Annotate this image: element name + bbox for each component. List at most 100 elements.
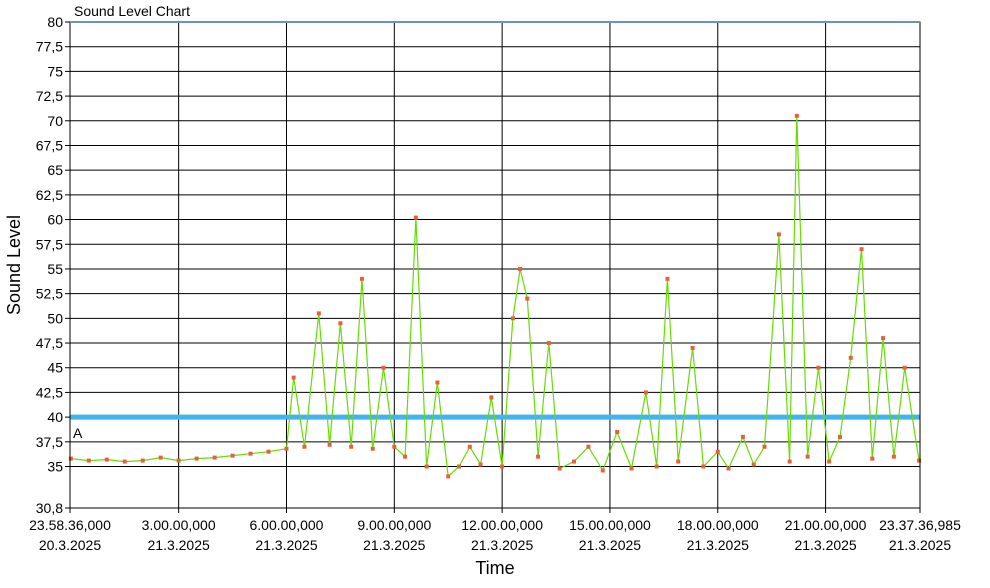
x-tick-date: 21.3.2025 xyxy=(363,537,425,553)
x-tick-date: 21.3.2025 xyxy=(471,537,533,553)
data-point xyxy=(370,446,375,451)
y-tick-label: 72,5 xyxy=(36,88,63,104)
y-tick-label: 57,5 xyxy=(36,236,63,252)
data-point xyxy=(837,434,842,439)
y-tick-label: 40 xyxy=(47,409,63,425)
data-point xyxy=(848,355,853,360)
x-tick-time: 23.58.36,000 xyxy=(29,517,111,533)
data-point xyxy=(489,395,494,400)
data-point xyxy=(701,464,706,469)
data-point xyxy=(349,444,354,449)
data-point xyxy=(392,444,397,449)
data-point xyxy=(615,429,620,434)
y-tick-label: 77,5 xyxy=(36,39,63,55)
data-point xyxy=(381,365,386,370)
data-point xyxy=(546,341,551,346)
data-point xyxy=(248,451,253,456)
data-point xyxy=(104,457,109,462)
y-tick-label: 47,5 xyxy=(36,335,63,351)
data-point xyxy=(212,455,217,460)
data-point xyxy=(643,390,648,395)
data-point xyxy=(266,449,271,454)
data-point xyxy=(194,456,199,461)
y-tick-label: 75 xyxy=(47,63,63,79)
data-point xyxy=(902,365,907,370)
x-tick-time: 23.37.36,985 xyxy=(879,517,961,533)
data-point xyxy=(467,444,472,449)
plot-area xyxy=(70,22,920,508)
data-point xyxy=(158,455,163,460)
data-point xyxy=(586,444,591,449)
data-point xyxy=(500,464,505,469)
threshold-label: A xyxy=(73,425,83,441)
data-point xyxy=(816,365,821,370)
data-point xyxy=(284,446,289,451)
x-tick-time: 18.00.00,000 xyxy=(677,517,759,533)
data-point xyxy=(715,449,720,454)
x-tick-labels: 23.58.36,000 20.3.2025 3.00.00,000 21.3.202… xyxy=(29,508,961,553)
data-point xyxy=(654,464,659,469)
y-tick-label: 80 xyxy=(47,14,63,30)
y-axis-label: Sound Level xyxy=(4,215,24,315)
data-point xyxy=(629,466,634,471)
data-point xyxy=(572,459,577,464)
x-axis-label: Time xyxy=(475,558,514,578)
x-tick-time: 21.00.00,000 xyxy=(785,517,867,533)
y-tick-label: 35 xyxy=(47,459,63,475)
data-point xyxy=(676,459,681,464)
data-point xyxy=(726,466,731,471)
data-point xyxy=(435,380,440,385)
y-tick-label: 45 xyxy=(47,360,63,376)
y-tick-label: 67,5 xyxy=(36,137,63,153)
y-tick-label: 65 xyxy=(47,162,63,178)
x-tick-time: 15.00.00,000 xyxy=(569,517,651,533)
x-tick-date: 21.3.2025 xyxy=(579,537,641,553)
data-point xyxy=(86,458,91,463)
data-point xyxy=(557,466,562,471)
x-tick-time: 12.00.00,000 xyxy=(461,517,543,533)
data-point xyxy=(859,247,864,252)
data-point xyxy=(600,468,605,473)
data-point xyxy=(536,454,541,459)
y-tick-label: 60 xyxy=(47,212,63,228)
data-point xyxy=(740,434,745,439)
data-point xyxy=(302,444,307,449)
data-point xyxy=(478,462,483,467)
data-point xyxy=(762,444,767,449)
data-point xyxy=(338,321,343,326)
data-point xyxy=(291,375,296,380)
data-point xyxy=(794,113,799,118)
y-tick-label: 52,5 xyxy=(36,286,63,302)
data-point xyxy=(525,296,530,301)
x-tick-date: 21.3.2025 xyxy=(794,537,856,553)
data-point xyxy=(413,215,418,220)
x-tick-date: 21.3.2025 xyxy=(889,537,951,553)
data-point xyxy=(690,345,695,350)
data-point xyxy=(140,458,145,463)
data-point xyxy=(787,459,792,464)
data-point xyxy=(805,454,810,459)
y-tick-label: 37,5 xyxy=(36,434,63,450)
data-point xyxy=(665,276,670,281)
x-tick-time: 3.00.00,000 xyxy=(142,517,216,533)
data-point xyxy=(827,459,832,464)
data-point xyxy=(456,464,461,469)
data-point xyxy=(518,266,523,271)
data-point xyxy=(881,336,886,341)
y-tick-label: 70 xyxy=(47,113,63,129)
data-point xyxy=(359,276,364,281)
data-point xyxy=(510,316,515,321)
data-point xyxy=(891,454,896,459)
data-point xyxy=(316,311,321,316)
data-point xyxy=(776,232,781,237)
x-tick-date: 21.3.2025 xyxy=(148,537,210,553)
data-point xyxy=(403,454,408,459)
y-tick-label: 50 xyxy=(47,310,63,326)
x-tick-date: 21.3.2025 xyxy=(687,537,749,553)
y-tick-label: 30,8 xyxy=(36,500,63,516)
chart-title: Sound Level Chart xyxy=(74,3,190,19)
data-point xyxy=(122,459,127,464)
data-point xyxy=(446,474,451,479)
sound-level-chart: A 80 77,5 75 72,5 70 67,5 65 62,5 60 57,5 55 52,5 50… xyxy=(4,3,961,578)
data-point xyxy=(424,464,429,469)
